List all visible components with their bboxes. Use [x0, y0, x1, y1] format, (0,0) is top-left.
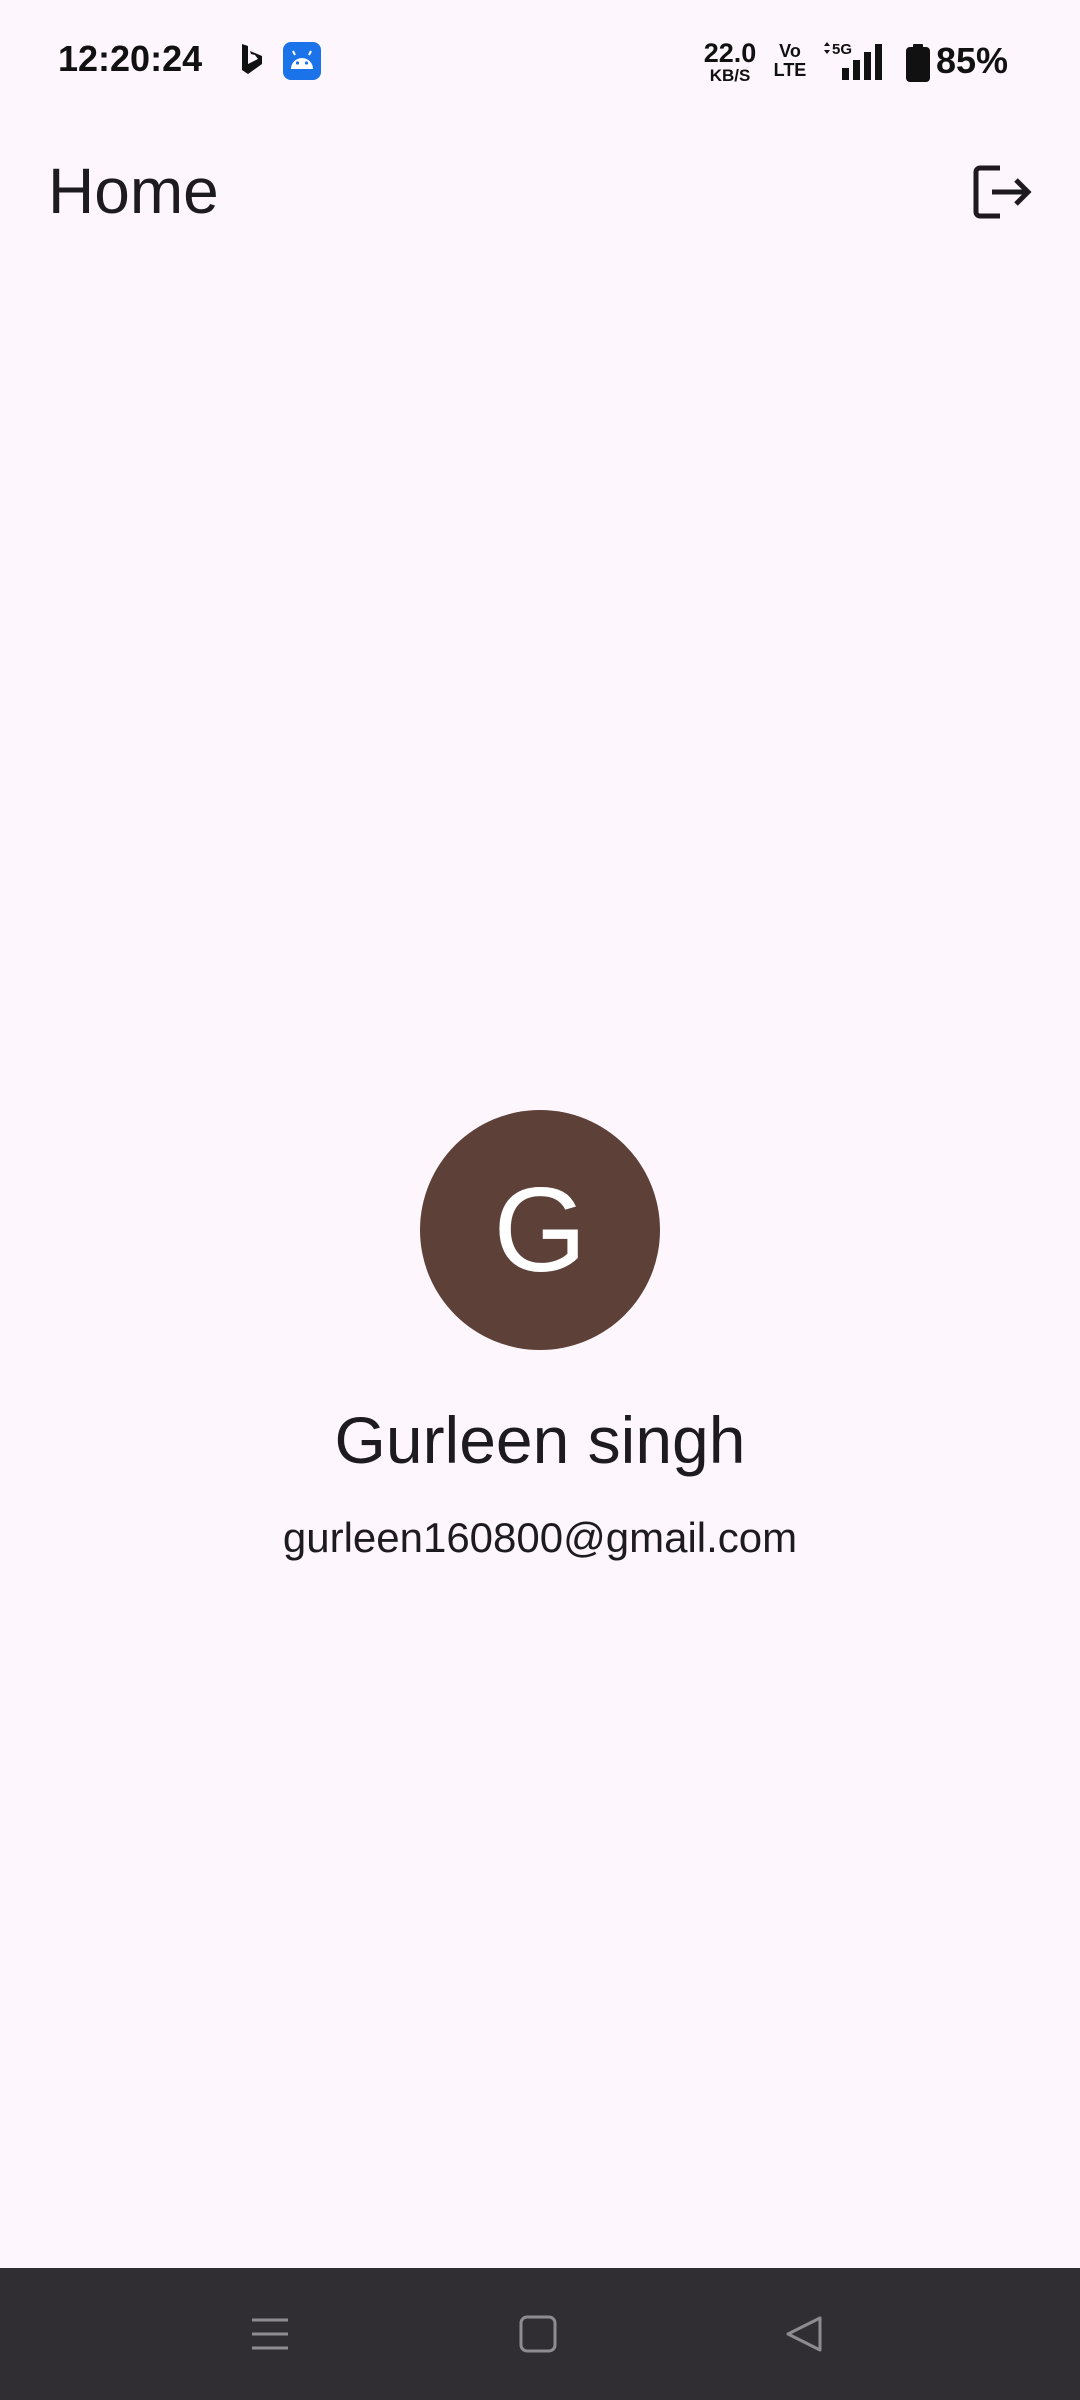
avatar: G — [420, 1110, 660, 1350]
app-bar: Home — [0, 126, 1080, 258]
bing-icon — [242, 44, 262, 74]
menu-icon — [252, 2318, 288, 2350]
signal-icon: 5G — [824, 41, 882, 80]
home-icon — [519, 2315, 557, 2353]
home-button[interactable] — [508, 2304, 568, 2364]
network-speed-value: 22.0 — [703, 38, 757, 68]
battery-icon — [906, 44, 930, 82]
back-icon — [786, 2316, 822, 2352]
volte-top: Vo — [779, 41, 801, 61]
back-button[interactable] — [774, 2304, 834, 2364]
logout-button[interactable] — [966, 156, 1038, 228]
volte-indicator: Vo LTE — [772, 42, 808, 80]
volte-bottom: LTE — [773, 59, 807, 80]
status-time: 12:20:24 — [58, 38, 203, 79]
network-speed-unit: KB/S — [709, 66, 751, 85]
network-type: 5G — [832, 41, 852, 58]
system-nav-bar — [0, 2268, 1080, 2400]
status-bar: 12:20:24 22.0 KB/S Vo LTE 5G 85% — [0, 0, 1080, 126]
user-email: gurleen160800@gmail.com — [282, 1514, 798, 1561]
logout-icon — [973, 165, 1032, 219]
user-name: Gurleen singh — [334, 1403, 746, 1477]
recent-apps-button[interactable] — [240, 2304, 300, 2364]
android-icon — [283, 42, 321, 80]
network-speed: 22.0 KB/S — [700, 38, 760, 85]
page-title: Home — [48, 155, 219, 227]
battery-percent: 85% — [936, 40, 1009, 81]
